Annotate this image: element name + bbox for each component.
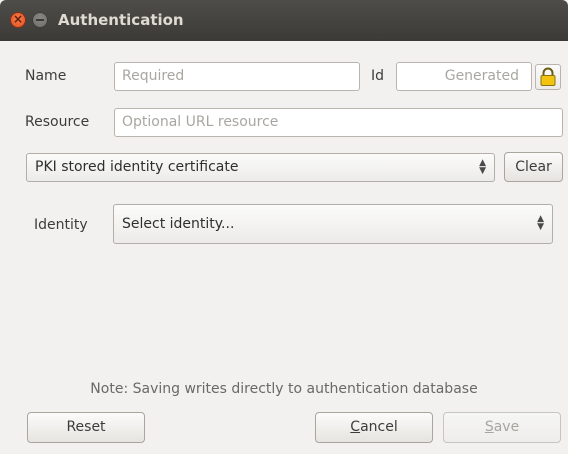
- cancel-button[interactable]: Cancel: [315, 412, 433, 443]
- lock-icon-button[interactable]: [535, 64, 561, 90]
- resource-label: Resource: [25, 114, 90, 130]
- identity-value: Select identity...: [122, 216, 235, 232]
- authentication-dialog: × Authentication Name Required Id Genera…: [0, 0, 568, 454]
- window-title: Authentication: [58, 11, 184, 29]
- resource-input[interactable]: Optional URL resource: [114, 108, 563, 137]
- cancel-mnemonic: C: [350, 419, 361, 435]
- identity-select[interactable]: Select identity... ▲ ▼: [113, 204, 553, 244]
- lock-icon: [540, 67, 556, 86]
- name-label: Name: [25, 68, 67, 84]
- clear-button[interactable]: Clear: [504, 152, 563, 182]
- auth-method-value: PKI stored identity certificate: [35, 159, 239, 175]
- reset-button[interactable]: Reset: [27, 412, 145, 443]
- id-label: Id: [371, 68, 385, 84]
- updown-arrows-icon: ▲ ▼: [479, 158, 486, 176]
- id-input[interactable]: Generated: [396, 62, 532, 91]
- save-note: Note: Saving writes directly to authenti…: [90, 381, 478, 397]
- identity-label: Identity: [34, 217, 88, 233]
- save-mnemonic: S: [484, 419, 494, 435]
- name-input[interactable]: Required: [114, 62, 360, 91]
- save-label-rest: ave: [493, 419, 520, 435]
- auth-method-select[interactable]: PKI stored identity certificate ▲ ▼: [26, 153, 495, 182]
- title-bar: × Authentication: [0, 0, 568, 41]
- updown-arrows-icon: ▲ ▼: [537, 214, 544, 232]
- close-icon[interactable]: ×: [10, 12, 26, 28]
- cancel-label-rest: ancel: [360, 419, 398, 435]
- save-button[interactable]: Save: [443, 412, 561, 443]
- minimize-icon[interactable]: [32, 12, 48, 28]
